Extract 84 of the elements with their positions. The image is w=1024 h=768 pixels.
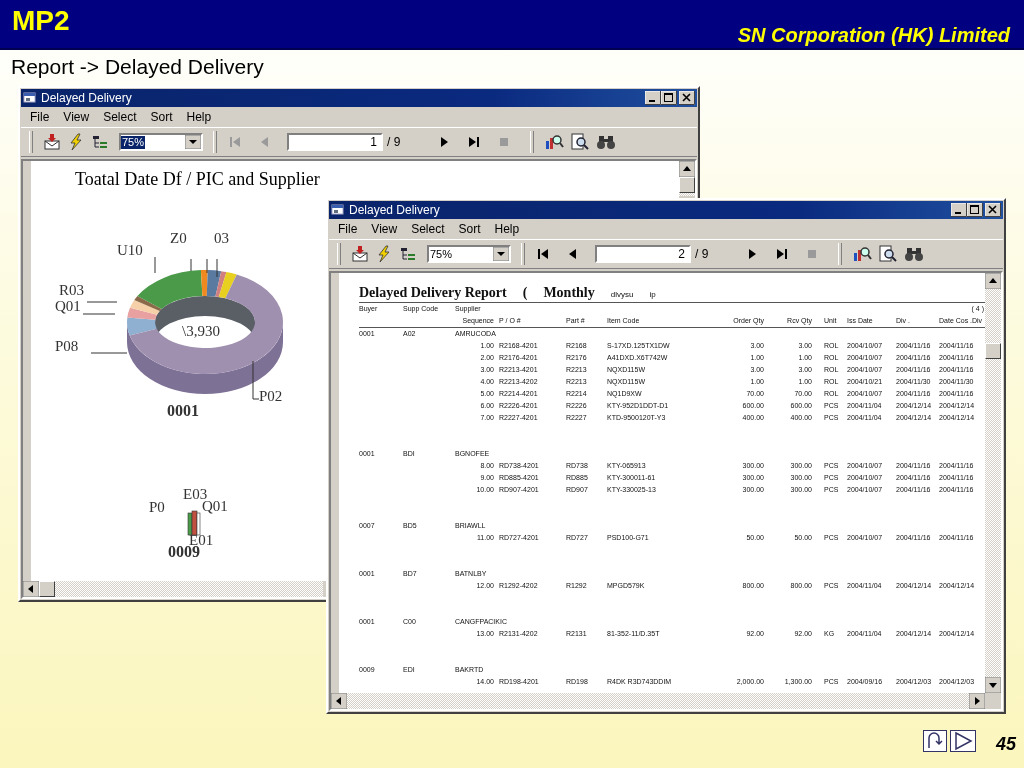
chart-label: E01: [189, 533, 214, 547]
menu-item[interactable]: File: [331, 221, 365, 237]
chart-label: \3,930: [182, 324, 220, 338]
window-title: Delayed Delivery: [41, 90, 132, 106]
caret-icon: [493, 247, 509, 261]
chart-title: Toatal Date Df / PIC and Supplier: [74, 168, 321, 190]
chart-label: R03: [59, 283, 84, 297]
leader-line: [90, 352, 128, 354]
report-bracket: (: [522, 285, 528, 301]
menu-item[interactable]: Select: [404, 221, 452, 237]
envelope-icon[interactable]: [43, 133, 61, 151]
search-icon[interactable]: [878, 245, 899, 263]
scroll-left-icon[interactable]: [331, 693, 347, 709]
chart-label: 03: [214, 231, 229, 245]
leader-line: [154, 256, 156, 274]
window-title: Delayed Delivery: [349, 202, 440, 218]
caret-icon: [185, 135, 201, 149]
scroll-left-icon[interactable]: [23, 581, 39, 597]
leader-line: [206, 258, 208, 274]
tree-icon[interactable]: [399, 245, 417, 263]
envelope-icon[interactable]: [351, 245, 369, 263]
scroll-thumb[interactable]: [985, 343, 1001, 359]
leader-line: [190, 258, 192, 272]
chart-label: Q01: [202, 499, 228, 513]
menu-item[interactable]: Sort: [451, 221, 488, 237]
binoculars-icon[interactable]: [904, 245, 925, 263]
scroll-down-icon[interactable]: [985, 677, 1001, 693]
search-icon[interactable]: [570, 133, 591, 151]
chart-search-icon[interactable]: [852, 245, 873, 263]
page-number: 45: [995, 734, 1016, 754]
lightning-icon[interactable]: [67, 133, 85, 151]
scroll-thumb[interactable]: [39, 581, 55, 597]
chart-label: Q01: [55, 299, 81, 313]
menu-item[interactable]: Sort: [143, 109, 180, 125]
maximize-icon[interactable]: [967, 203, 983, 217]
page-count: / 9: [387, 135, 401, 149]
tree-icon[interactable]: [91, 133, 109, 151]
leader-line: [252, 360, 260, 400]
scroll-right-icon[interactable]: [969, 693, 985, 709]
chart-label: Z0: [170, 231, 187, 245]
menu-item[interactable]: File: [23, 109, 57, 125]
report-title: Delayed Delivery Report: [359, 285, 507, 301]
close-icon[interactable]: [985, 203, 1001, 217]
scroll-up-icon[interactable]: [679, 161, 695, 177]
company-name: SN Corporation (HK) Limited: [737, 23, 1010, 48]
scroll-up-icon[interactable]: [985, 273, 1001, 289]
slide-heading: Report -> Delayed Delivery: [10, 54, 265, 80]
report-period: Monthly: [543, 285, 595, 301]
leader-line: [82, 313, 116, 315]
logo-text: MP2: [12, 4, 70, 38]
menu-item[interactable]: Select: [96, 109, 144, 125]
chart-label: E03: [183, 487, 208, 501]
window-icon: [23, 92, 37, 104]
menu-item[interactable]: View: [364, 221, 405, 237]
chart-search-icon[interactable]: [544, 133, 565, 151]
zoom-select[interactable]: 75%: [119, 133, 203, 151]
chart-label: P0: [149, 500, 165, 514]
chart-label: U10: [117, 243, 143, 257]
lightning-icon[interactable]: [375, 245, 393, 263]
report-note: ip: [649, 290, 656, 299]
minimize-icon[interactable]: [951, 203, 967, 217]
chart-label: P08: [55, 339, 79, 353]
page-field[interactable]: 2: [595, 245, 691, 263]
minimize-icon[interactable]: [645, 91, 661, 105]
page-field[interactable]: 1: [287, 133, 383, 151]
report-note: dlvysu: [610, 290, 634, 299]
leader-line: [86, 301, 118, 303]
menu-item[interactable]: Help: [487, 221, 527, 237]
bar-chart-drawing: [187, 510, 201, 536]
chart-caption: 0001: [167, 404, 199, 418]
close-icon[interactable]: [679, 91, 695, 105]
scroll-thumb[interactable]: [679, 177, 695, 193]
chart-label: P02: [259, 389, 283, 403]
menu-item[interactable]: View: [56, 109, 97, 125]
zoom-select[interactable]: 75%: [427, 245, 511, 263]
leader-line: [216, 258, 218, 278]
window-icon: [331, 204, 345, 216]
page-count: / 9: [695, 247, 709, 261]
first-page-icon[interactable]: [535, 246, 551, 262]
chart-caption: 0009: [168, 545, 200, 559]
maximize-icon[interactable]: [661, 91, 677, 105]
binoculars-icon[interactable]: [596, 133, 617, 151]
scrollbar-track[interactable]: [679, 193, 695, 196]
menu-item[interactable]: Help: [179, 109, 219, 125]
